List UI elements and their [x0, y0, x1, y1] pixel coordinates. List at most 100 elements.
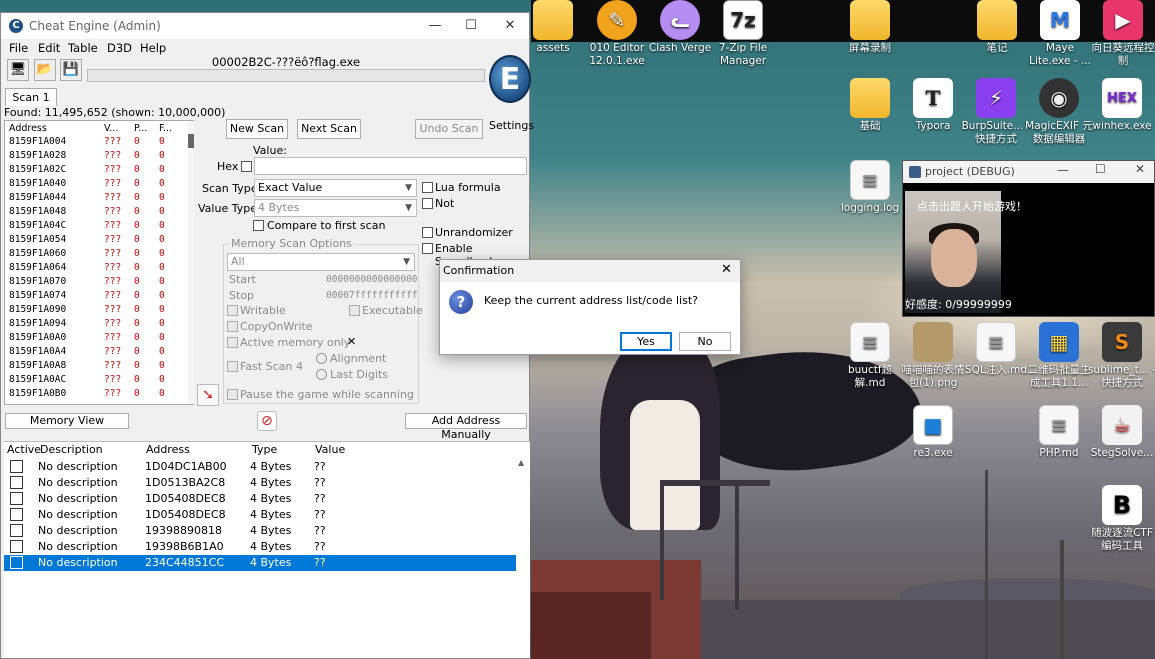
results-scrollbar[interactable]	[188, 121, 194, 404]
fast-scan-checkbox[interactable]	[227, 361, 238, 372]
memory-view-button[interactable]: Memory View	[5, 413, 129, 429]
desktop-icon[interactable]: 基础	[835, 78, 905, 133]
value-type-select[interactable]: 4 Bytes ▼	[254, 199, 417, 217]
active-memory-checkbox[interactable]	[227, 337, 238, 348]
stop-address-field[interactable]: 00007fffffffffff	[326, 290, 418, 301]
scan-result-row[interactable]: 8159F1A040??? 0 0	[5, 178, 185, 192]
active-checkbox[interactable]	[10, 556, 23, 569]
active-checkbox[interactable]	[10, 540, 23, 553]
scan-result-row[interactable]: 8159F1A04C??? 0 0	[5, 220, 185, 234]
active-checkbox[interactable]	[10, 476, 23, 489]
scan-result-row[interactable]: 8159F1A044??? 0 0	[5, 192, 185, 206]
compare-first-checkbox[interactable]	[253, 220, 264, 231]
executable-checkbox[interactable]	[349, 305, 360, 316]
speedhack-checkbox[interactable]	[422, 243, 433, 254]
project-window[interactable]: project (DEBUG) — ☐ ✕ 点击出题人开始游戏！ 好感度: 0/…	[902, 160, 1155, 317]
close-icon[interactable]: ✕	[498, 17, 522, 35]
cheat-engine-logo[interactable]: E	[489, 55, 531, 103]
add-address-manually-button[interactable]: Add Address Manually	[405, 413, 527, 441]
col-header-type[interactable]: Type	[252, 443, 277, 456]
col-header-address[interactable]: Address	[9, 123, 47, 134]
menu-edit[interactable]: Edit	[38, 41, 60, 55]
scan-result-row[interactable]: 8159F1A060??? 0 0	[5, 248, 185, 262]
address-table-row[interactable]: No description 19398890818 4 Bytes??	[4, 523, 516, 539]
menu-d3d[interactable]: D3D	[107, 41, 132, 55]
no-button[interactable]: No	[679, 332, 731, 351]
col-header-first[interactable]: F...	[159, 123, 172, 134]
scan-result-row[interactable]: 8159F1A004??? 0 0	[5, 136, 185, 150]
scan-result-row[interactable]: 8159F1A0A0??? 0 0	[5, 332, 185, 346]
open-file-icon[interactable]: 📂	[34, 59, 56, 81]
project-titlebar[interactable]: project (DEBUG) — ☐ ✕	[903, 161, 1154, 183]
copyonwrite-checkbox[interactable]	[227, 321, 238, 332]
scan-result-row[interactable]: 8159F1A048??? 0 0	[5, 206, 185, 220]
maximize-icon[interactable]: ☐	[1095, 162, 1106, 176]
desktop-icon[interactable]: ▶ 向日葵远程控制	[1088, 0, 1155, 68]
address-table-row[interactable]: No description 234C44851CC 4 Bytes??	[4, 555, 516, 571]
desktop-icon[interactable]: ≡ SQL注入.md	[961, 322, 1031, 377]
scan-result-row[interactable]: 8159F1A074??? 0 0	[5, 290, 185, 304]
scan-result-row[interactable]: 8159F1A0A8??? 0 0	[5, 360, 185, 374]
scan-result-row[interactable]: 8159F1A054??? 0 0	[5, 234, 185, 248]
hex-checkbox[interactable]	[241, 161, 252, 172]
new-scan-button[interactable]: New Scan	[226, 119, 288, 139]
desktop-icon[interactable]: ≡ buuctf题解.md	[835, 322, 905, 390]
col-header-active[interactable]: Active	[7, 443, 41, 456]
desktop-icon[interactable]: 7z 7-Zip File Manager	[708, 0, 778, 68]
desktop-icon[interactable]: ≡ PHP.md	[1024, 405, 1094, 460]
memory-region-select[interactable]: All ▼	[227, 253, 415, 271]
menu-help[interactable]: Help	[140, 41, 166, 55]
add-to-list-arrow-icon[interactable]: ➘	[197, 384, 219, 406]
minimize-icon[interactable]: —	[423, 17, 447, 35]
select-process-icon[interactable]: 🖥	[7, 59, 29, 81]
not-checkbox[interactable]	[422, 198, 433, 209]
confirmation-dialog[interactable]: Confirmation ✕ ? Keep the current addres…	[439, 259, 741, 355]
save-file-icon[interactable]: 💾	[60, 59, 82, 81]
yes-button[interactable]: Yes	[620, 332, 672, 351]
ce-titlebar[interactable]: C Cheat Engine (Admin) — ☐ ✕	[1, 13, 529, 39]
maximize-icon[interactable]: ☐	[459, 17, 483, 35]
scan-type-select[interactable]: Exact Value ▼	[254, 179, 417, 197]
desktop-icon[interactable]: ⚡ BurpSuite... - 快捷方式	[961, 78, 1031, 146]
settings-link[interactable]: Settings	[489, 119, 534, 132]
desktop-icon[interactable]: HEX winhex.exe	[1087, 78, 1155, 133]
desktop-icon[interactable]: M Maye Lite.exe - ...	[1025, 0, 1095, 68]
address-table[interactable]: Active Description Address Type Value No…	[4, 441, 530, 658]
desktop-icon[interactable]: ▦ 二维码批量生成工具1.1...	[1024, 322, 1094, 390]
col-header-previous[interactable]: P...	[134, 123, 147, 134]
minimize-icon[interactable]: —	[1057, 163, 1069, 177]
results-scroll-thumb[interactable]	[188, 134, 194, 148]
next-scan-button[interactable]: Next Scan	[297, 119, 361, 139]
lua-formula-checkbox[interactable]	[422, 182, 433, 193]
value-input[interactable]	[254, 157, 527, 175]
dialog-titlebar[interactable]: Confirmation ✕	[440, 260, 740, 282]
address-table-row[interactable]: No description 1D04DC1AB00 4 Bytes??	[4, 459, 516, 475]
scan-result-row[interactable]: 8159F1A064??? 0 0	[5, 262, 185, 276]
desktop-icon[interactable]: ᓚ Clash Verge	[645, 0, 715, 55]
scan-results-list[interactable]: Address V... P... F... 8159F1A004??? 0 0 81…	[4, 120, 194, 405]
last-digits-radio[interactable]	[316, 369, 327, 380]
start-address-field[interactable]: 0000000000000000	[326, 274, 418, 285]
alignment-radio[interactable]	[316, 353, 327, 364]
desktop-icon[interactable]: 笔记	[962, 0, 1032, 55]
menu-file[interactable]: File	[9, 41, 28, 55]
scan-result-row[interactable]: 8159F1A094??? 0 0	[5, 318, 185, 332]
close-icon[interactable]: ✕	[347, 335, 356, 348]
close-icon[interactable]: ✕	[721, 262, 732, 277]
scan-result-row[interactable]: 8159F1A070??? 0 0	[5, 276, 185, 290]
desktop-icon[interactable]: ◉ MagicEXIF 元数据编辑器	[1024, 78, 1094, 146]
desktop-icon[interactable]: ≡ logging.log	[835, 160, 905, 215]
undo-scan-button[interactable]: Undo Scan	[415, 119, 483, 139]
desktop-icon[interactable]: ✎ 010 Editor 12.0.1.exe	[582, 0, 652, 68]
col-header-description[interactable]: Description	[40, 443, 103, 456]
col-header-value[interactable]: Value	[315, 443, 345, 456]
active-checkbox[interactable]	[10, 492, 23, 505]
address-table-row[interactable]: No description 1D05408DEC8 4 Bytes??	[4, 507, 516, 523]
pause-game-checkbox[interactable]	[227, 389, 238, 400]
col-header-value[interactable]: V...	[104, 123, 118, 134]
scan-result-row[interactable]: 8159F1A028??? 0 0	[5, 150, 185, 164]
col-header-address[interactable]: Address	[146, 443, 190, 456]
scroll-up-icon[interactable]: ▲	[518, 458, 524, 467]
scan-result-row[interactable]: 8159F1A02C??? 0 0	[5, 164, 185, 178]
scan-result-row[interactable]: 8159F1A0B0??? 0 0	[5, 388, 185, 402]
